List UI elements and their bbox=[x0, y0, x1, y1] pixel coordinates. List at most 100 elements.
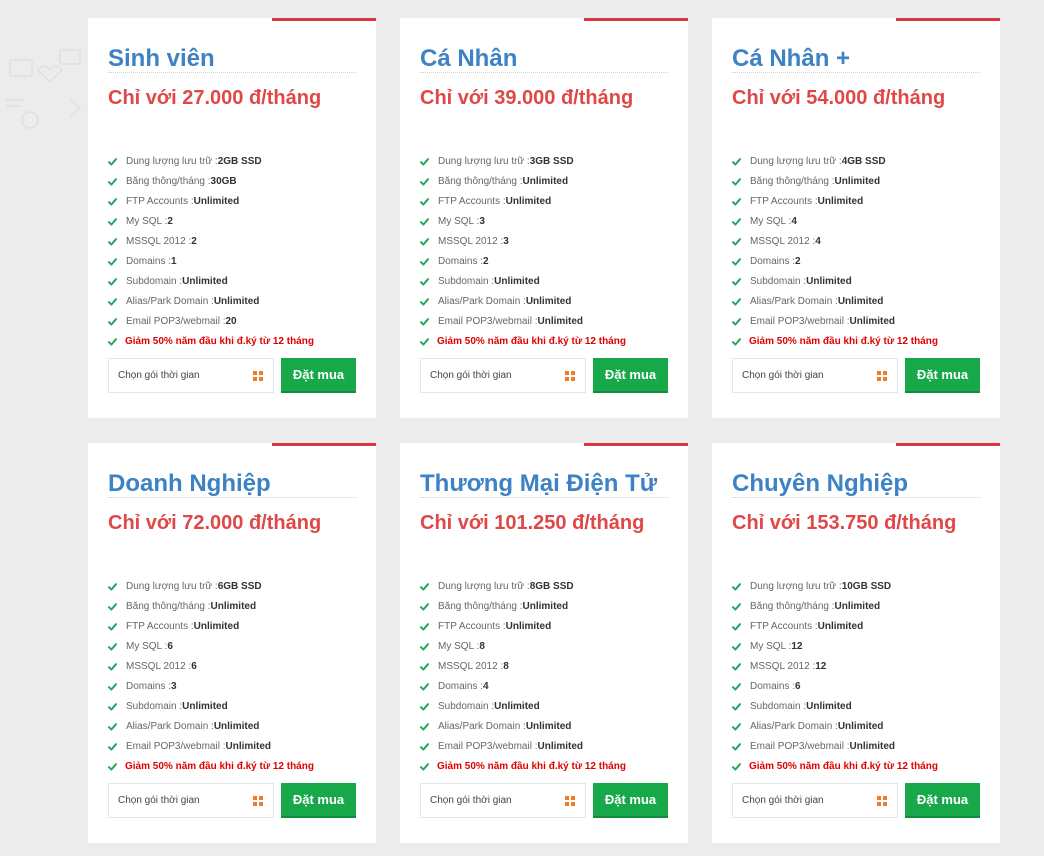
feature-value: Unlimited bbox=[210, 601, 257, 612]
promo-note: Giảm 50% năm đầu khi đ.ký từ 12 tháng bbox=[732, 332, 990, 352]
feature-bandwidth: Băng thông/tháng : Unlimited bbox=[420, 597, 678, 617]
card-corner-accent bbox=[584, 443, 688, 446]
check-icon bbox=[108, 583, 117, 591]
period-select[interactable]: Chọn gói thời gian bbox=[420, 783, 586, 818]
feature-list: Dung lượng lưu trữ : 3GB SSD Băng thông/… bbox=[420, 152, 678, 352]
check-icon bbox=[732, 198, 741, 206]
feature-value: 30GB bbox=[210, 176, 237, 187]
feature-value: Unlimited bbox=[505, 621, 552, 632]
feature-value: 3 bbox=[479, 216, 485, 227]
feature-value: 12 bbox=[791, 641, 803, 652]
feature-domains: Domains : 3 bbox=[108, 677, 366, 697]
check-icon bbox=[420, 198, 429, 206]
feature-mysql: My SQL : 3 bbox=[420, 212, 678, 232]
order-button[interactable]: Đặt mua bbox=[905, 783, 980, 818]
period-select[interactable]: Chọn gói thời gian bbox=[732, 358, 898, 393]
check-icon bbox=[420, 338, 429, 346]
plan-price: Chỉ với 39.000 đ/tháng bbox=[420, 87, 634, 109]
plan-price: Chỉ với 153.750 đ/tháng bbox=[732, 512, 957, 534]
order-button[interactable]: Đặt mua bbox=[593, 783, 668, 818]
check-icon bbox=[420, 178, 429, 186]
order-button[interactable]: Đặt mua bbox=[281, 358, 356, 393]
check-icon bbox=[420, 258, 429, 266]
feature-ftp: FTP Accounts : Unlimited bbox=[732, 192, 990, 212]
feature-alias-domain: Alias/Park Domain : Unlimited bbox=[732, 292, 990, 312]
feature-mysql: My SQL : 12 bbox=[732, 637, 990, 657]
check-icon bbox=[108, 298, 117, 306]
card-corner-accent bbox=[272, 443, 376, 446]
background-doodle bbox=[6, 49, 82, 129]
feature-mssql: MSSQL 2012 : 6 bbox=[108, 657, 366, 677]
feature-ftp: FTP Accounts : Unlimited bbox=[732, 617, 990, 637]
check-icon bbox=[108, 703, 117, 711]
feature-value: 2 bbox=[483, 256, 489, 267]
period-select[interactable]: Chọn gói thời gian bbox=[108, 358, 274, 393]
feature-domains: Domains : 1 bbox=[108, 252, 366, 272]
plan-name: Chuyên Nghiệp bbox=[732, 443, 980, 498]
feature-value: Unlimited bbox=[522, 601, 569, 612]
feature-value: 2 bbox=[191, 236, 197, 247]
check-icon bbox=[420, 723, 429, 731]
feature-ftp: FTP Accounts : Unlimited bbox=[108, 192, 366, 212]
check-icon bbox=[108, 763, 117, 771]
feature-value: 20 bbox=[225, 316, 237, 327]
feature-value: 2GB SSD bbox=[217, 156, 262, 167]
order-button[interactable]: Đặt mua bbox=[905, 358, 980, 393]
check-icon bbox=[108, 218, 117, 226]
order-button[interactable]: Đặt mua bbox=[281, 783, 356, 818]
feature-alias-domain: Alias/Park Domain : Unlimited bbox=[420, 717, 678, 737]
promo-note: Giảm 50% năm đầu khi đ.ký từ 12 tháng bbox=[108, 757, 366, 777]
feature-value: Unlimited bbox=[525, 296, 572, 307]
check-icon bbox=[108, 178, 117, 186]
promo-note: Giảm 50% năm đầu khi đ.ký từ 12 tháng bbox=[420, 332, 678, 352]
feature-email: Email POP3/webmail : Unlimited bbox=[108, 737, 366, 757]
order-row: Chọn gói thời gian Đặt mua bbox=[732, 783, 980, 819]
period-select[interactable]: Chọn gói thời gian bbox=[108, 783, 274, 818]
feature-storage: Dung lượng lưu trữ : 10GB SSD bbox=[732, 577, 990, 597]
plan-name: Thương Mại Điện Tử bbox=[420, 443, 668, 498]
feature-mysql: My SQL : 6 bbox=[108, 637, 366, 657]
order-row: Chọn gói thời gian Đặt mua bbox=[108, 783, 356, 819]
feature-list: Dung lượng lưu trữ : 6GB SSD Băng thông/… bbox=[108, 577, 366, 777]
feature-mysql: My SQL : 8 bbox=[420, 637, 678, 657]
feature-list: Dung lượng lưu trữ : 2GB SSD Băng thông/… bbox=[108, 152, 366, 352]
card-corner-accent bbox=[896, 443, 1000, 446]
check-icon bbox=[420, 298, 429, 306]
feature-value: Unlimited bbox=[193, 196, 240, 207]
grid-icon bbox=[565, 796, 575, 806]
feature-value: Unlimited bbox=[537, 316, 584, 327]
order-button[interactable]: Đặt mua bbox=[593, 358, 668, 393]
card-corner-accent bbox=[896, 18, 1000, 21]
check-icon bbox=[420, 218, 429, 226]
check-icon bbox=[108, 158, 117, 166]
check-icon bbox=[108, 683, 117, 691]
grid-icon bbox=[877, 371, 887, 381]
feature-value: Unlimited bbox=[213, 721, 260, 732]
feature-value: 4 bbox=[791, 216, 797, 227]
check-icon bbox=[732, 663, 741, 671]
check-icon bbox=[420, 318, 429, 326]
period-select[interactable]: Chọn gói thời gian bbox=[732, 783, 898, 818]
check-icon bbox=[732, 683, 741, 691]
plan-card-ca-nhan: Cá Nhân Chỉ với 39.000 đ/tháng Dung lượn… bbox=[400, 18, 688, 418]
feature-value: Unlimited bbox=[817, 196, 864, 207]
promo-note: Giảm 50% năm đầu khi đ.ký từ 12 tháng bbox=[108, 332, 366, 352]
period-select[interactable]: Chọn gói thời gian bbox=[420, 358, 586, 393]
card-corner-accent bbox=[272, 18, 376, 21]
check-icon bbox=[732, 763, 741, 771]
feature-alias-domain: Alias/Park Domain : Unlimited bbox=[732, 717, 990, 737]
promo-note: Giảm 50% năm đầu khi đ.ký từ 12 tháng bbox=[420, 757, 678, 777]
check-icon bbox=[420, 683, 429, 691]
check-icon bbox=[732, 158, 741, 166]
plan-card-sinh-vien: Sinh viên Chỉ với 27.000 đ/tháng Dung lư… bbox=[88, 18, 376, 418]
check-icon bbox=[108, 318, 117, 326]
grid-icon bbox=[253, 371, 263, 381]
check-icon bbox=[732, 743, 741, 751]
order-row: Chọn gói thời gian Đặt mua bbox=[420, 358, 668, 394]
feature-value: Unlimited bbox=[193, 621, 240, 632]
feature-value: 6GB SSD bbox=[217, 581, 262, 592]
grid-icon bbox=[877, 796, 887, 806]
plan-name: Cá Nhân + bbox=[732, 18, 980, 73]
check-icon bbox=[420, 703, 429, 711]
feature-value: Unlimited bbox=[505, 196, 552, 207]
